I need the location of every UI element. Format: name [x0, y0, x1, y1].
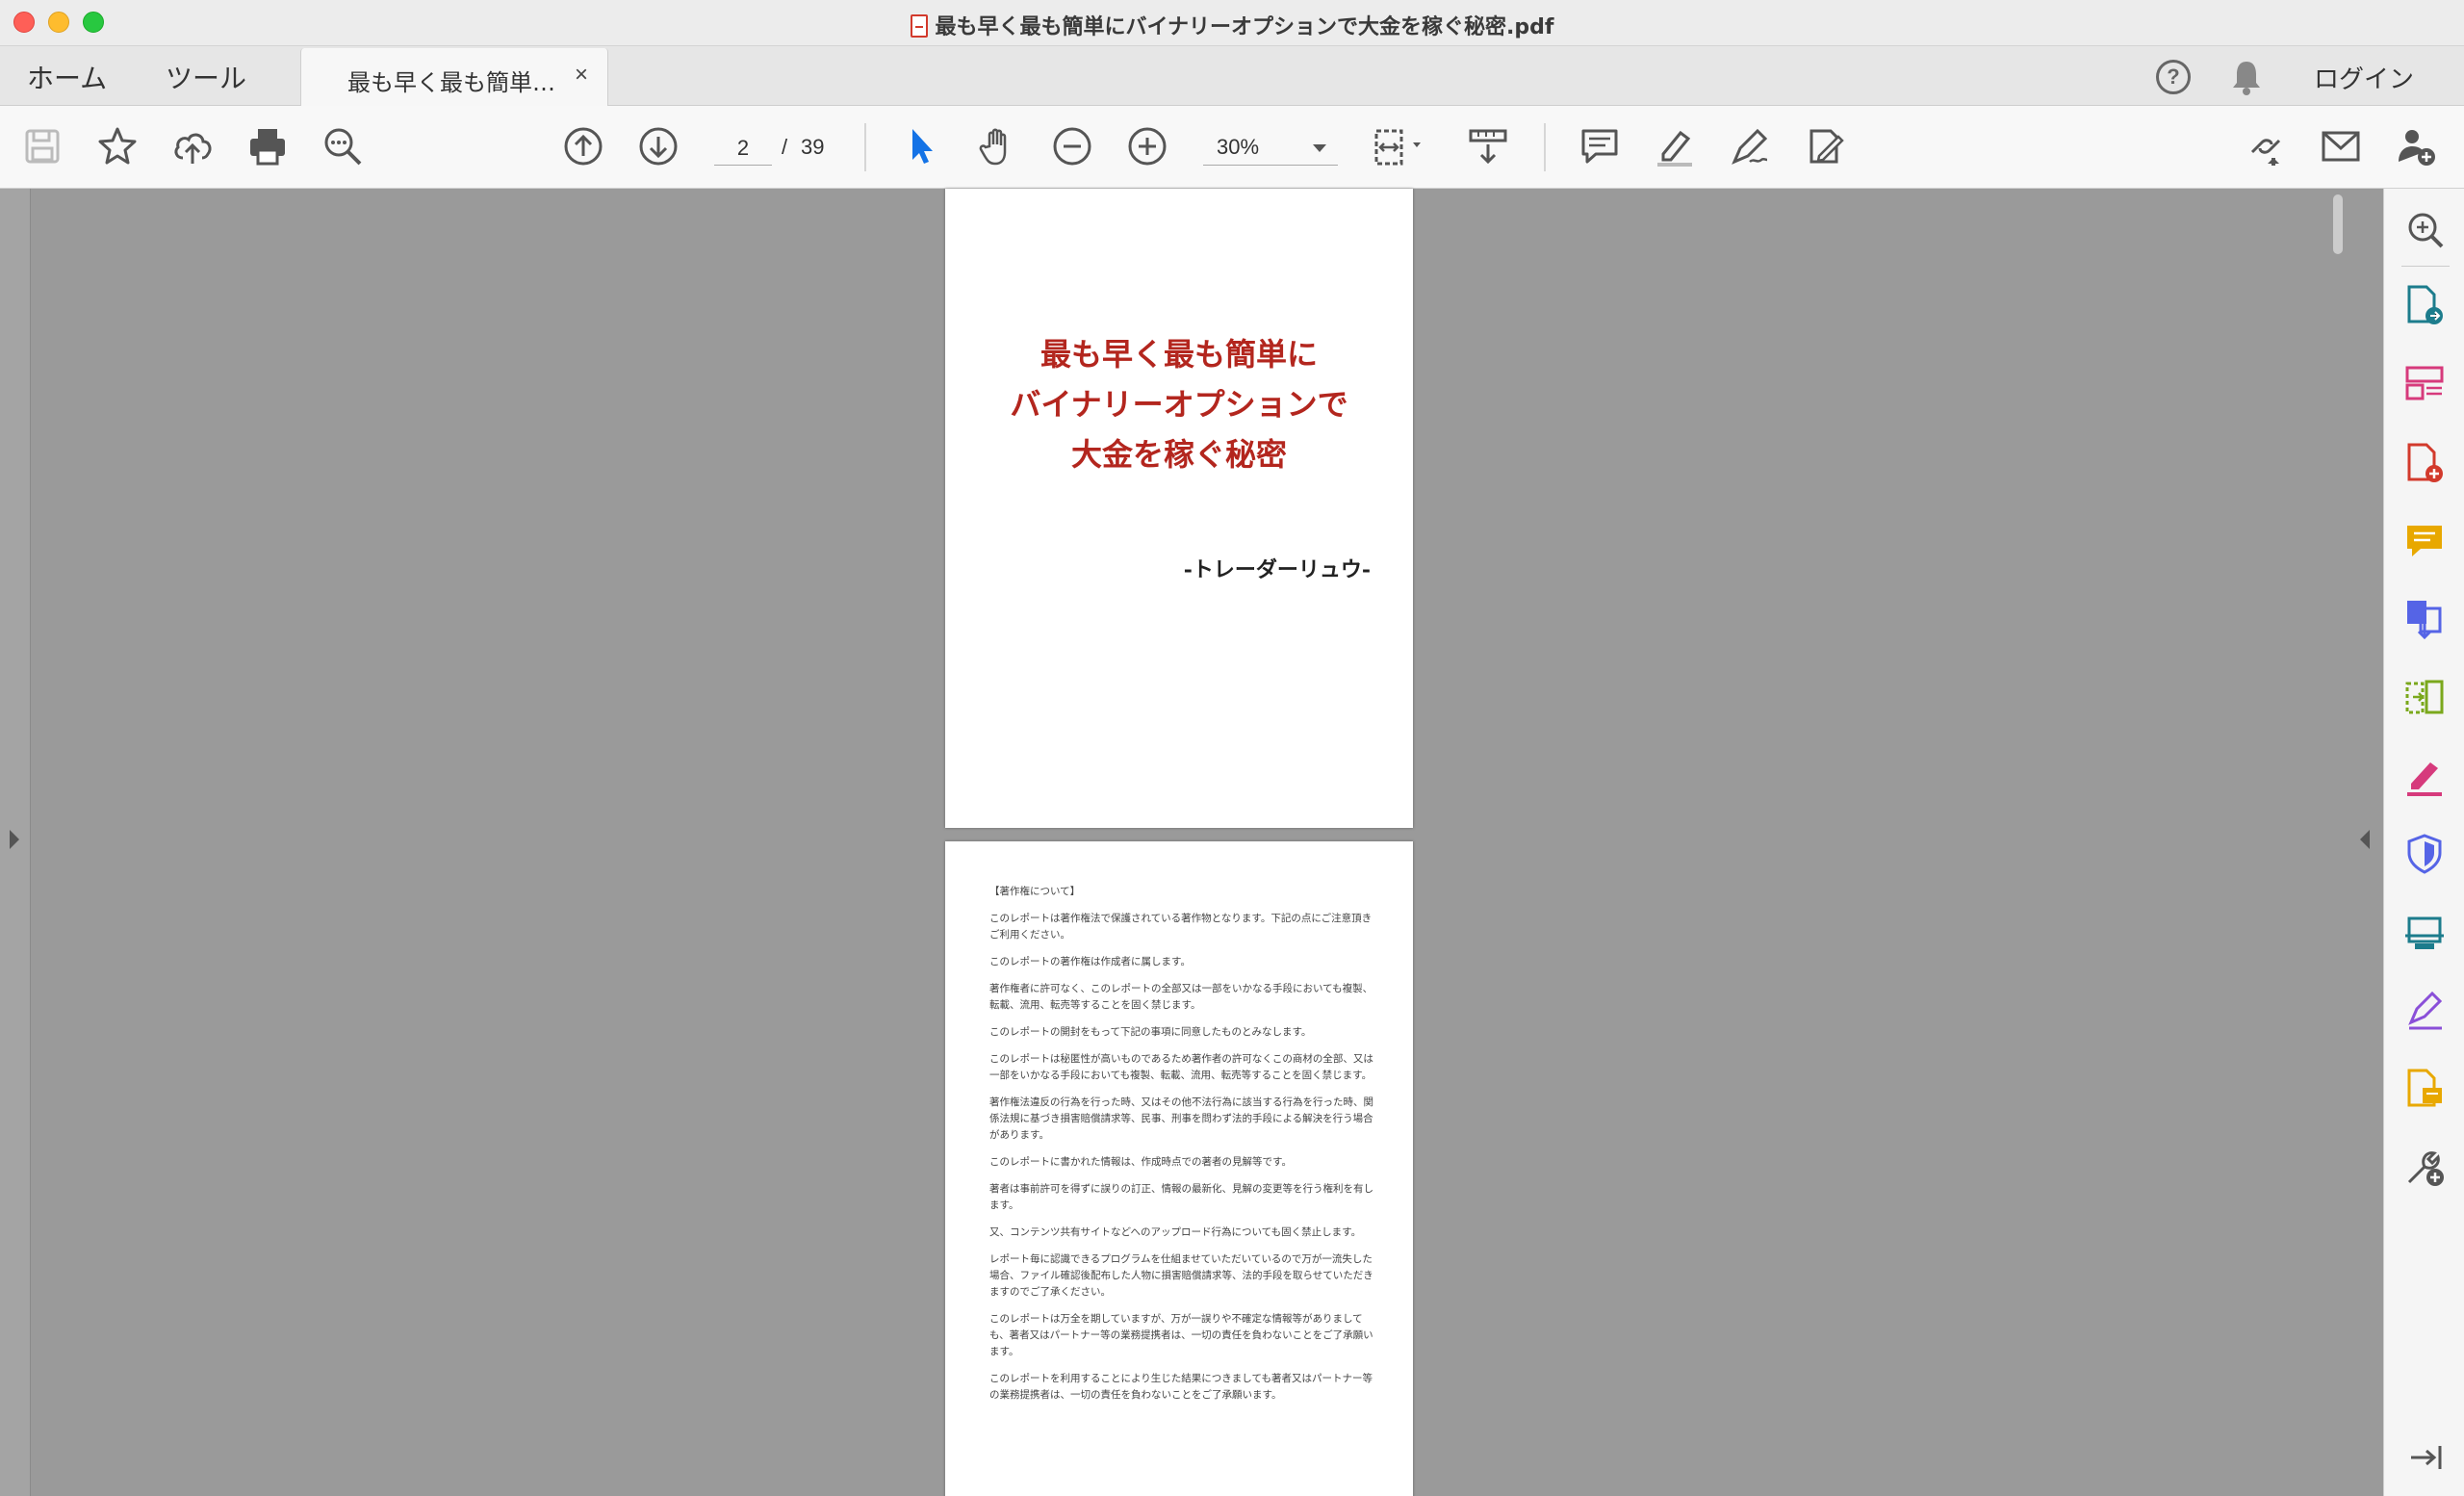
zoom-search-icon[interactable]	[321, 125, 364, 168]
page-number-input[interactable]: 2	[714, 131, 772, 166]
next-page-icon[interactable]	[637, 125, 680, 168]
copyright-notice: 【著作権について】 このレポートは著作権法で保護されている著作物となります。下記…	[989, 884, 1374, 1414]
paragraph: 著作権者に許可なく、このレポートの全部又は一部をいかなる手段においても複製、転載…	[989, 983, 1373, 1011]
zoom-level-dropdown[interactable]: 30%	[1203, 131, 1338, 166]
scroll-mode-icon[interactable]	[1467, 125, 1509, 168]
page-separator: /	[782, 135, 788, 159]
notification-bell-icon[interactable]	[2229, 58, 2264, 96]
main-toolbar: 2 / 39 30%	[0, 106, 2464, 189]
create-pdf-icon[interactable]	[2403, 441, 2446, 483]
cover-title-line: 大金を稼ぐ秘密	[1070, 436, 1287, 473]
print-icon[interactable]	[246, 125, 289, 168]
left-navigation-pane-toggle[interactable]	[0, 189, 31, 1496]
page-total: 39	[801, 135, 825, 159]
paragraph: レポート毎に認識できるプログラムを仕組ませていただいているので万が一流失した場合…	[989, 1253, 1373, 1298]
select-arrow-icon[interactable]	[901, 125, 943, 168]
share-link-icon[interactable]	[2245, 125, 2287, 168]
toolbar-divider	[864, 123, 866, 171]
pdf-page-cover: 最も早く最も簡単に バイナリーオプションで 大金を稼ぐ秘密 -トレーダーリュウ-	[945, 189, 1413, 828]
paragraph: このレポートは万全を期していますが、万が一誤りや不確定な情報等がありましても、著…	[989, 1313, 1373, 1357]
paragraph: このレポートは秘匿性が高いものであるため著作者の許可なくこの商材の全部、又は一部…	[989, 1053, 1373, 1081]
send-for-comments-icon[interactable]	[2403, 1067, 2446, 1109]
cover-author: -トレーダーリュウ-	[1183, 557, 1371, 582]
paragraph: 著者は事前許可を得ずに誤りの訂正、情報の最新化、見解の変更等を行う権利を有します…	[989, 1183, 1373, 1211]
window-title-text: 最も早く最も簡単にバイナリーオプションで大金を稼ぐ秘密.pdf	[935, 15, 1554, 39]
paragraph: このレポートの開封をもって下記の事項に同意したものとみなします。	[989, 1026, 1312, 1038]
protect-shield-icon[interactable]	[2403, 832, 2446, 874]
window-titlebar: 最も早く最も簡単にバイナリーオプションで大金を稼ぐ秘密.pdf	[0, 0, 2464, 46]
export-pdf-icon[interactable]	[2403, 283, 2446, 325]
right-tools-panel	[2383, 189, 2464, 1496]
expand-left-pane-icon[interactable]	[10, 830, 19, 849]
bookmark-star-icon[interactable]	[96, 125, 139, 168]
cover-title-line: 最も早く最も簡単に	[1040, 336, 1318, 373]
collapse-tools-panel-icon[interactable]	[2403, 1436, 2446, 1479]
comment-icon[interactable]	[1578, 125, 1621, 168]
previous-page-icon[interactable]	[562, 125, 604, 168]
combine-files-icon[interactable]	[2403, 597, 2446, 640]
compare-files-icon[interactable]	[2403, 676, 2446, 718]
fill-sign-icon[interactable]	[2403, 755, 2446, 797]
paragraph: このレポートに書かれた情報は、作成時点での著者の見解等です。	[989, 1156, 1292, 1168]
zoom-in-icon[interactable]	[1126, 125, 1168, 168]
save-icon[interactable]	[21, 125, 64, 168]
cover-title-line: バイナリーオプションで	[1010, 386, 1348, 423]
help-icon[interactable]: ?	[2156, 60, 2191, 94]
vertical-scrollbar[interactable]	[2325, 189, 2347, 1496]
tab-bar: ホーム ツール 最も早く最も簡単… × ? ログイン	[0, 46, 2464, 106]
paragraph: このレポートを利用することにより生じた結果につきましても著者又はパートナー等の業…	[989, 1373, 1373, 1401]
search-zoom-icon[interactable]	[2403, 208, 2446, 250]
email-icon[interactable]	[2320, 125, 2362, 168]
hand-tool-icon[interactable]	[976, 125, 1018, 168]
cover-title: 最も早く最も簡単に バイナリーオプションで 大金を稼ぐ秘密	[945, 329, 1413, 479]
window-title: 最も早く最も簡単にバイナリーオプションで大金を稼ぐ秘密.pdf	[0, 10, 2464, 40]
pdf-file-icon	[910, 14, 928, 38]
login-button[interactable]: ログイン	[2314, 60, 2414, 95]
pdf-page-copyright: 【著作権について】 このレポートは著作権法で保護されている著作物となります。下記…	[945, 841, 1413, 1496]
tab-home[interactable]: ホーム	[27, 58, 107, 96]
paragraph: 著作権法違反の行為を行った時、又はその他不法行為に該当する行為を行った時、関係法…	[989, 1096, 1373, 1141]
toolbar-divider	[1544, 123, 1546, 171]
draw-pen-icon[interactable]	[1729, 125, 1771, 168]
paragraph: このレポートは著作権法で保護されている著作物となります。下記の点にご注意頂きご利…	[989, 913, 1373, 941]
add-user-icon[interactable]	[2395, 125, 2437, 168]
paragraph: このレポートの著作権は作成者に属します。	[989, 956, 1191, 967]
scrollbar-thumb[interactable]	[2333, 194, 2343, 254]
paragraph: 又、コンテンツ共有サイトなどへのアップロード行為についても固く禁止します。	[989, 1226, 1362, 1238]
more-tools-icon[interactable]	[2403, 1146, 2446, 1188]
scan-ocr-icon[interactable]	[2403, 911, 2446, 953]
organize-pages-icon[interactable]	[2403, 362, 2446, 404]
cloud-upload-icon[interactable]	[171, 125, 214, 168]
tab-tools[interactable]: ツール	[166, 58, 246, 96]
highlight-pen-icon[interactable]	[1654, 125, 1696, 168]
paragraph: 【著作権について】	[989, 886, 1081, 897]
close-tab-icon[interactable]: ×	[575, 62, 588, 89]
fit-page-icon[interactable]	[1371, 125, 1428, 168]
tab-document[interactable]: 最も早く最も簡単… ×	[300, 48, 608, 106]
edit-document-icon[interactable]	[1804, 125, 1846, 168]
zoom-level-value: 30%	[1217, 135, 1260, 159]
comment-tool-icon[interactable]	[2403, 520, 2446, 562]
request-signature-icon[interactable]	[2403, 990, 2446, 1032]
collapse-right-pane-icon[interactable]	[2360, 830, 2370, 849]
chevron-down-icon	[1313, 144, 1326, 152]
zoom-out-icon[interactable]	[1051, 125, 1093, 168]
document-tab-label: 最も早く最も簡単…	[347, 69, 555, 96]
panel-divider	[2401, 266, 2450, 267]
